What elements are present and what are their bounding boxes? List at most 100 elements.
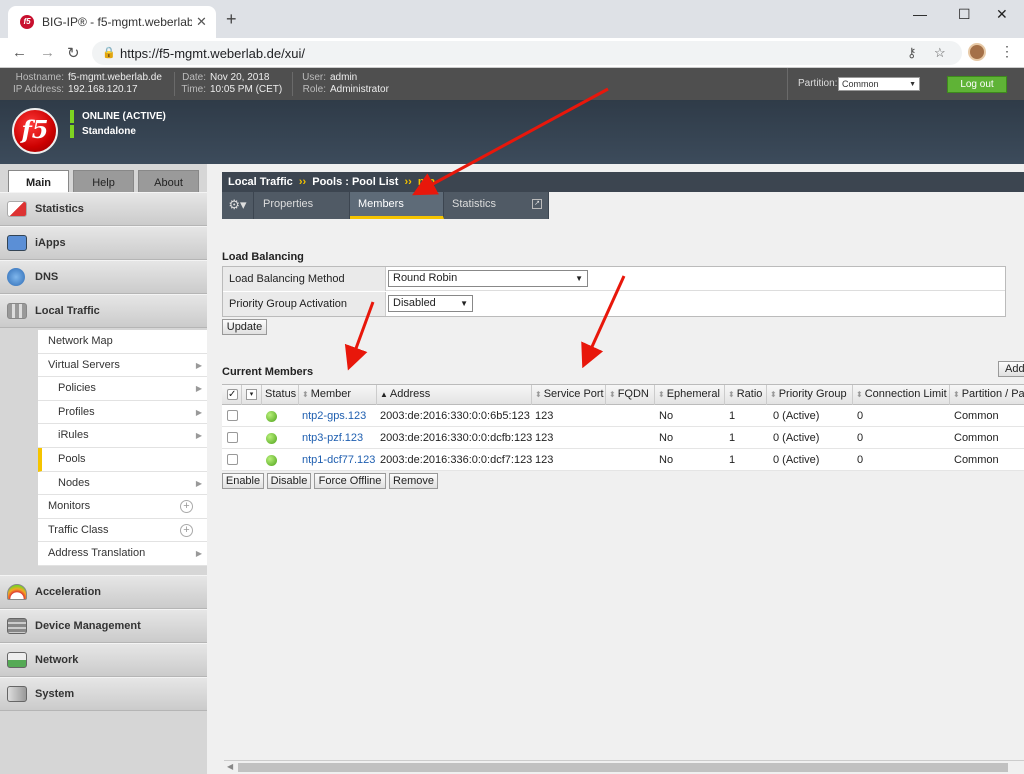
pool-tabs: ⚙▾ Properties Members Statistics ↗ [222,192,549,219]
scrollbar-thumb[interactable] [238,763,1008,772]
window-close-icon[interactable]: ✕ [996,6,1008,23]
col-service-port[interactable]: ⬍ Service Port [532,385,606,405]
force-offline-button[interactable]: Force Offline [314,473,386,489]
remove-button[interactable]: Remove [389,473,438,489]
user-value: admin [330,72,358,83]
enable-button[interactable]: Enable [222,473,264,489]
add-member-button[interactable]: Add [998,361,1024,377]
col-partition[interactable]: ⬍ Partition / Pa [950,385,1024,405]
cell-member[interactable]: ntp2-gps.123 [302,405,366,427]
col-address[interactable]: ▲ Address [377,385,532,405]
back-icon[interactable]: ← [12,44,27,61]
row-checkbox[interactable] [227,432,238,443]
maximize-icon[interactable]: ☐ [958,6,971,23]
time-value: 10:05 PM (CET) [210,84,283,95]
sidebar-item-monitors[interactable]: Monitors + [38,495,207,519]
browser-menu-icon[interactable]: ⋮ [1000,43,1014,60]
column-menu-header[interactable]: ▾ [242,385,262,405]
col-ephemeral[interactable]: ⬍ Ephemeral [655,385,725,405]
cell-member[interactable]: ntp1-dcf77.123 [302,449,375,471]
sidebar-item-irules[interactable]: iRules ▶ [38,424,207,448]
table-row[interactable]: ntp1-dcf77.123 2003:de:2016:336:0:0:dcf7:… [222,449,1024,471]
system-icon [7,686,27,702]
add-circle-icon[interactable]: + [180,500,193,514]
sidebar-item-traffic-class[interactable]: Traffic Class + [38,519,207,543]
cell-port: 123 [535,410,554,422]
nav-local-traffic[interactable]: Local Traffic [0,294,207,328]
url-field[interactable]: 🔒 https://f5-mgmt.weberlab.de/xui/ ⚷ ☆ [92,41,962,65]
row-checkbox[interactable] [227,410,238,421]
popout-icon[interactable]: ↗ [532,199,542,209]
close-tab-icon[interactable]: ✕ [196,14,207,30]
cell-conn_limit: 0 [857,432,864,444]
sidebar-item-virtual-servers[interactable]: Virtual Servers ▶ [38,354,207,378]
nav-iapps[interactable]: iApps [0,226,207,260]
star-icon[interactable]: ☆ [934,45,946,61]
partition-select[interactable]: Common [838,77,920,91]
nav-system[interactable]: System [0,677,207,711]
nav-acceleration[interactable]: Acceleration [0,575,207,609]
user-label: User: [302,72,326,83]
profile-avatar[interactable] [968,43,986,61]
scroll-left-icon[interactable]: ◀ [227,762,233,771]
disable-button[interactable]: Disable [267,473,311,489]
sort-icon: ⬍ [302,390,309,399]
cell-address: 2003:de:2016:336:0:0:dcf7:123 [380,454,533,466]
network-icon [7,652,27,668]
lb-method-value: Round Robin [393,272,458,284]
tab-properties[interactable]: Properties [255,192,350,219]
cell-ratio: 1 [729,454,736,466]
horizontal-scrollbar[interactable]: ◀ [224,760,1024,774]
minimize-icon[interactable]: — [913,6,927,22]
nav-statistics[interactable]: Statistics [0,192,207,226]
col-connection-limit[interactable]: ⬍ Connection Limit [853,385,950,405]
sidebar-item-profiles[interactable]: Profiles ▶ [38,401,207,425]
col-service-port-label: Service Port [543,388,604,400]
tab-members[interactable]: Members [350,192,444,219]
col-ratio-label: Ratio [736,388,763,400]
browser-tab[interactable]: f5 BIG-IP® - f5-mgmt.weberlab.de ( ✕ [8,6,216,38]
lb-method-label: Load Balancing Method [223,267,386,291]
sidebar-item-address-translation[interactable]: Address Translation ▶ [38,542,207,566]
f5-logo[interactable]: f5 [12,108,58,154]
logout-button[interactable]: Log out [947,76,1007,93]
forward-icon[interactable]: → [40,44,55,61]
load-balancing-title: Load Balancing [222,251,304,263]
col-fqdn[interactable]: ⬍ FQDN [606,385,655,405]
sidebar-item-nodes[interactable]: Nodes ▶ [38,472,207,496]
breadcrumb-pool-list[interactable]: Pools : Pool List [312,176,398,188]
new-tab-icon[interactable]: + [226,10,237,28]
reload-icon[interactable]: ↻ [67,44,80,62]
status-available-icon [266,433,277,444]
lb-method-select[interactable]: Round Robin ▼ [388,270,588,287]
table-row[interactable]: ntp2-gps.123 2003:de:2016:330:0:0:6b5:123… [222,405,1024,427]
sort-icon: ⬍ [856,390,863,399]
sidebar-item-policies[interactable]: Policies ▶ [38,377,207,401]
priority-group-select[interactable]: Disabled ▼ [388,295,473,312]
key-icon[interactable]: ⚷ [907,45,917,61]
row-checkbox[interactable] [227,454,238,465]
chevron-down-icon: ▼ [460,299,468,308]
cell-member[interactable]: ntp3-pzf.123 [302,427,363,449]
tab-statistics-label: Statistics [452,198,497,210]
col-priority-group[interactable]: ⬍ Priority Group [767,385,853,405]
sidebar-item-pools[interactable]: Pools [38,447,207,472]
col-ratio[interactable]: ⬍ Ratio [725,385,767,405]
tab-statistics[interactable]: Statistics ↗ [444,192,549,219]
nav-dns[interactable]: DNS [0,260,207,294]
nav-device-management[interactable]: Device Management [0,609,207,643]
breadcrumb-local-traffic[interactable]: Local Traffic [228,176,293,188]
time-label: Time: [181,84,206,95]
col-member[interactable]: ⬍ Member [299,385,377,405]
sidebar-item-network-map[interactable]: Network Map [38,330,207,354]
f5-favicon-icon: f5 [20,15,34,29]
sort-icon: ⬍ [728,390,735,399]
table-row[interactable]: ntp3-pzf.123 2003:de:2016:330:0:0:dcfb:12… [222,427,1024,449]
update-button[interactable]: Update [222,319,267,335]
breadcrumb-separator: ›› [404,176,412,188]
gear-icon[interactable]: ⚙▾ [222,192,254,219]
browser-tabstrip: f5 BIG-IP® - f5-mgmt.weberlab.de ( ✕ + —… [0,0,1024,38]
add-circle-icon[interactable]: + [180,523,193,537]
col-status[interactable]: Status [262,385,299,405]
nav-network[interactable]: Network [0,643,207,677]
